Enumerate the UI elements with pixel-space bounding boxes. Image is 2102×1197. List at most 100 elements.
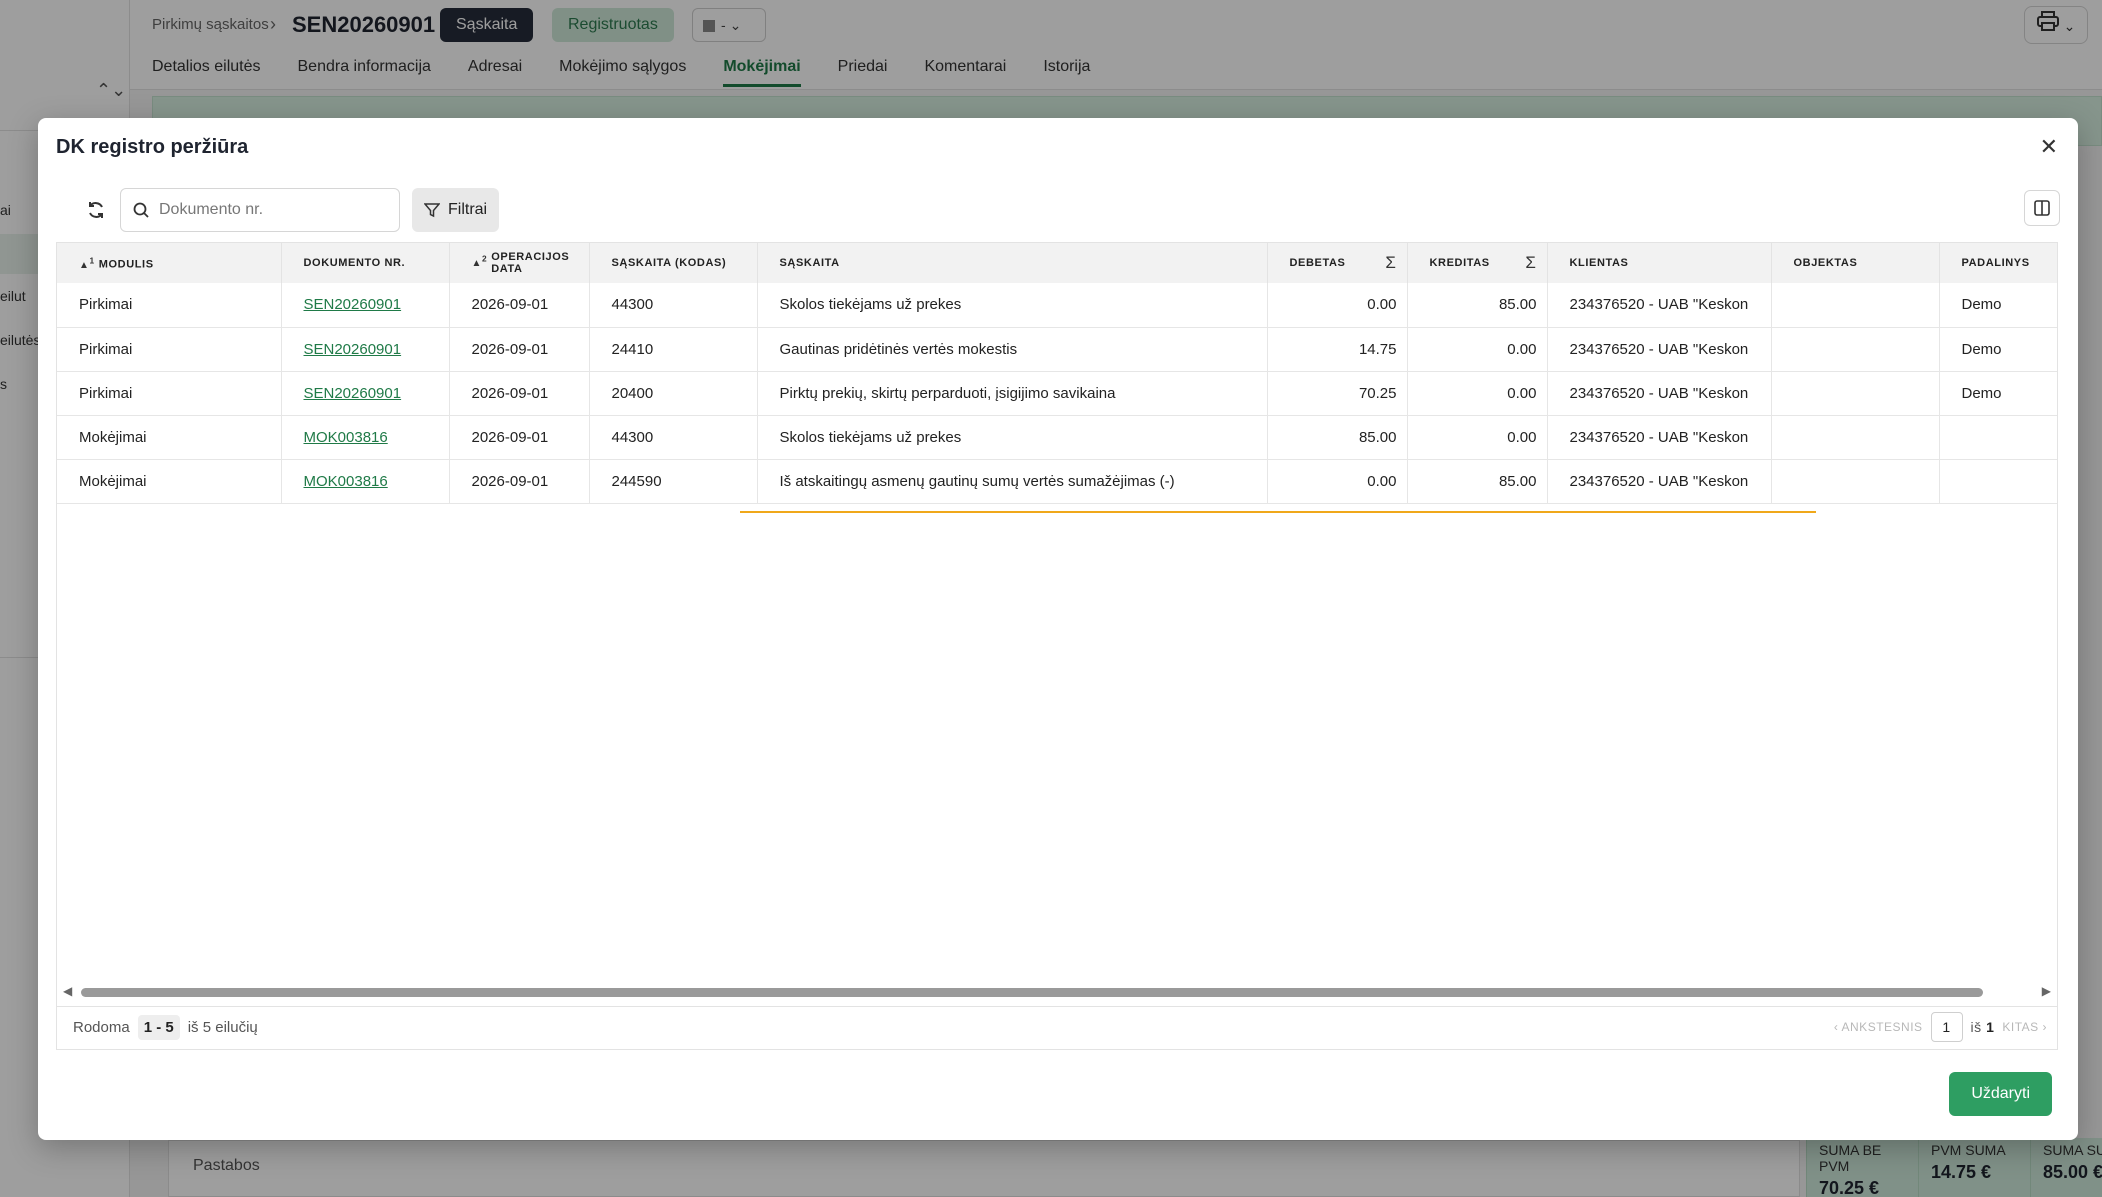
cell-date: 2026-09-01 [449,371,590,415]
table-header-row: ▲1 MODULIS DOKUMENTO NR. ▲2 OPERACIJOS DATA… [57,243,2057,283]
column-header-saskaita[interactable]: SĄSKAITA [757,243,1268,283]
table-row[interactable]: Pirkimai SEN20260901 2026-09-01 44300 Sk… [57,283,2057,327]
ledger-table: ▲1 MODULIS DOKUMENTO NR. ▲2 OPERACIJOS DATA… [56,242,2058,1007]
cell-account-code: 44300 [589,415,758,459]
table-row[interactable]: Mokėjimai MOK003816 2026-09-01 244590 Iš… [57,459,2057,503]
filter-button[interactable]: Filtrai [412,188,500,232]
cell-modulis: Pirkimai [57,327,282,371]
refresh-button[interactable] [74,188,118,232]
table-row[interactable]: Pirkimai SEN20260901 2026-09-01 24410 Ga… [57,327,2057,371]
cell-account: Skolos tiekėjams už prekes [757,283,1268,327]
cell-account-code: 244590 [589,459,758,503]
close-icon[interactable]: ✕ [2040,134,2058,160]
cell-account-code: 24410 [589,327,758,371]
cell-credit: 85.00 [1407,283,1548,327]
cell-date: 2026-09-01 [449,327,590,371]
cell-credit: 0.00 [1407,415,1548,459]
document-link[interactable]: MOK003816 [304,429,388,446]
annotation-underline [740,511,1816,513]
cell-date: 2026-09-01 [449,459,590,503]
cell-date: 2026-09-01 [449,415,590,459]
page-total-label: iš 1 [1970,1019,1995,1035]
cell-debit: 0.00 [1267,283,1408,327]
column-header-modulis[interactable]: ▲1 MODULIS [57,243,282,283]
refresh-icon [89,202,103,218]
cell-modulis: Pirkimai [57,371,282,415]
cell-account: Gautinas pridėtinės vertės mokestis [757,327,1268,371]
column-header-saskaita-kodas[interactable]: SĄSKAITA (KODAS) [589,243,758,283]
column-header-operacijos-data[interactable]: ▲2 OPERACIJOS DATA [449,243,590,283]
filter-icon [424,203,440,218]
cell-account: Skolos tiekėjams už prekes [757,415,1268,459]
cell-object [1771,327,1940,371]
page-number-input[interactable]: 1 [1930,1012,1963,1042]
page-navigation: ‹ ANKSTESNIS 1 iš 1 KITAS › [1834,1012,2047,1042]
search-icon [133,202,149,218]
cell-client: 234376520 - UAB "Keskon [1547,371,1772,415]
filter-label: Filtrai [448,201,488,218]
cell-dokumento-nr: MOK003816 [281,459,450,503]
cell-client: 234376520 - UAB "Keskon [1547,459,1772,503]
cell-division [1939,459,2057,503]
cell-client: 234376520 - UAB "Keskon [1547,283,1772,327]
cell-debit: 85.00 [1267,415,1408,459]
cell-credit: 0.00 [1407,327,1548,371]
chevron-left-icon: ‹ [1833,1020,1842,1034]
cell-dokumento-nr: SEN20260901 [281,371,450,415]
row-range: 1 - 5 [137,1015,180,1040]
document-link[interactable]: MOK003816 [304,473,388,490]
document-link[interactable]: SEN20260901 [304,296,402,313]
column-header-dokumento-nr[interactable]: DOKUMENTO NR. [281,243,450,283]
cell-account: Iš atskaitingų asmenų gautinų sumų vertė… [757,459,1268,503]
cell-object [1771,459,1940,503]
cell-dokumento-nr: SEN20260901 [281,283,450,327]
document-link[interactable]: SEN20260901 [304,385,402,402]
scroll-left-icon[interactable]: ◀ [63,984,72,998]
column-header-objektas[interactable]: OBJEKTAS [1771,243,1940,283]
sort-asc-icon: ▲1 [79,255,95,271]
column-header-klientas[interactable]: KLIENTAS [1547,243,1772,283]
table-row[interactable]: Mokėjimai MOK003816 2026-09-01 44300 Sko… [57,415,2057,459]
search-input[interactable] [159,201,379,219]
close-button[interactable]: Uždaryti [1949,1072,2052,1116]
cell-account-code: 20400 [589,371,758,415]
cell-division: Demo [1939,327,2057,371]
cell-dokumento-nr: SEN20260901 [281,327,450,371]
cell-date: 2026-09-01 [449,283,590,327]
table-row[interactable]: Pirkimai SEN20260901 2026-09-01 20400 Pi… [57,371,2057,415]
cell-object [1771,371,1940,415]
cell-debit: 70.25 [1267,371,1408,415]
sort-asc-icon: ▲2 [471,253,488,269]
columns-button[interactable] [2024,190,2060,226]
scroll-right-icon[interactable]: ▶ [2042,984,2051,998]
sum-icon[interactable]: Σ [1525,253,1536,273]
total-rows-label: iš 5 eilučių [187,1019,258,1036]
column-header-padalinys[interactable]: PADALINYS [1939,243,2057,283]
cell-object [1771,283,1940,327]
cell-account-code: 44300 [589,283,758,327]
cell-modulis: Mokėjimai [57,459,282,503]
scrollbar-thumb[interactable] [81,988,1983,997]
horizontal-scrollbar[interactable]: ◀ ▶ [57,983,2057,1003]
cell-client: 234376520 - UAB "Keskon [1547,327,1772,371]
chevron-right-icon: › [2038,1020,2047,1034]
cell-division [1939,415,2057,459]
columns-icon [2034,200,2050,216]
column-header-kreditas[interactable]: KREDITAS Σ [1407,243,1548,283]
cell-credit: 85.00 [1407,459,1548,503]
document-link[interactable]: SEN20260901 [304,341,402,358]
pagination-bar: Rodoma 1 - 5 iš 5 eilučių ‹ ANKSTESNIS 1… [56,1006,2058,1050]
sum-icon[interactable]: Σ [1385,253,1396,273]
cell-credit: 0.00 [1407,371,1548,415]
cell-account: Pirktų prekių, skirtų perparduoti, įsigi… [757,371,1268,415]
next-page-button[interactable]: KITAS › [2002,1020,2047,1034]
cell-division: Demo [1939,371,2057,415]
column-header-debetas[interactable]: DEBETAS Σ [1267,243,1408,283]
cell-modulis: Pirkimai [57,283,282,327]
prev-page-button[interactable]: ‹ ANKSTESNIS [1834,1020,1923,1034]
search-input-wrapper[interactable] [120,188,400,232]
modal-title: DK registro peržiūra [56,136,249,158]
cell-modulis: Mokėjimai [57,415,282,459]
cell-client: 234376520 - UAB "Keskon [1547,415,1772,459]
ledger-modal: DK registro peržiūra ✕ Filtrai ▲1MODULIS… [38,118,2078,1140]
